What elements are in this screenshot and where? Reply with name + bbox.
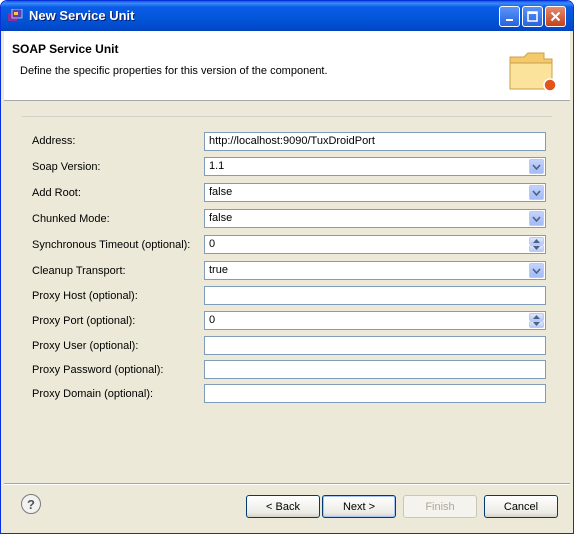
proxy-password-label: Proxy Password (optional):	[32, 364, 164, 376]
page-title: SOAP Service Unit	[12, 42, 119, 56]
sync-timeout-spinner[interactable]: 0	[204, 235, 546, 254]
spin-up-icon[interactable]	[529, 237, 544, 245]
proxy-domain-label: Proxy Domain (optional):	[32, 388, 154, 400]
wizard-window: New Service Unit SOAP Service Unit Defin…	[0, 0, 574, 534]
address-label: Address:	[32, 135, 76, 147]
proxy-user-input[interactable]	[204, 336, 546, 355]
chevron-down-icon[interactable]	[529, 185, 544, 200]
add-root-label: Add Root:	[32, 187, 81, 199]
maximize-button[interactable]	[522, 6, 543, 27]
spinner-arrows[interactable]	[529, 237, 544, 252]
title-bar[interactable]: New Service Unit	[1, 1, 573, 31]
back-button[interactable]: < Back	[246, 495, 320, 518]
proxy-port-value: 0	[209, 314, 216, 326]
spin-down-icon[interactable]	[529, 244, 544, 252]
cleanup-transport-label: Cleanup Transport:	[32, 265, 126, 277]
chunked-mode-label: Chunked Mode:	[32, 213, 110, 225]
sync-timeout-label: Synchronous Timeout (optional):	[32, 239, 191, 251]
cleanup-transport-value: true	[209, 264, 228, 276]
chevron-down-icon[interactable]	[529, 211, 544, 226]
sync-timeout-value: 0	[209, 238, 216, 250]
close-button[interactable]	[545, 6, 566, 27]
proxy-domain-input[interactable]	[204, 384, 546, 403]
eclipse-app-icon	[8, 9, 23, 21]
proxy-port-spinner[interactable]: 0	[204, 311, 546, 330]
folder-wizard-icon	[509, 52, 557, 92]
close-icon	[550, 11, 561, 22]
chunked-mode-select[interactable]: false	[204, 209, 546, 228]
proxy-password-input[interactable]	[204, 360, 546, 379]
soap-version-value: 1.1	[209, 160, 225, 172]
chunked-mode-value: false	[209, 212, 233, 224]
help-icon[interactable]: ?	[21, 494, 41, 514]
minimize-button[interactable]	[499, 6, 520, 27]
next-button[interactable]: Next >	[322, 495, 396, 518]
spin-up-icon[interactable]	[529, 313, 544, 321]
add-root-value: false	[209, 186, 233, 198]
proxy-host-input[interactable]	[204, 286, 546, 305]
chevron-down-icon[interactable]	[529, 263, 544, 278]
proxy-user-label: Proxy User (optional):	[32, 340, 139, 352]
button-bar-separator	[4, 483, 570, 485]
page-description: Define the specific properties for this …	[20, 65, 328, 77]
proxy-host-label: Proxy Host (optional):	[32, 290, 138, 302]
address-value: http://localhost:9090/TuxDroidPort	[209, 135, 375, 147]
soap-version-select[interactable]: 1.1	[204, 157, 546, 176]
maximize-icon	[527, 11, 538, 22]
window-title: New Service Unit	[29, 8, 135, 23]
chevron-down-icon[interactable]	[529, 159, 544, 174]
cancel-button[interactable]: Cancel	[484, 495, 558, 518]
add-root-select[interactable]: false	[204, 183, 546, 202]
spinner-arrows[interactable]	[529, 313, 544, 328]
spin-down-icon[interactable]	[529, 320, 544, 328]
address-input[interactable]: http://localhost:9090/TuxDroidPort	[204, 132, 546, 151]
proxy-port-label: Proxy Port (optional):	[32, 315, 136, 327]
wizard-banner: SOAP Service Unit Define the specific pr…	[4, 31, 570, 101]
minimize-icon	[505, 18, 513, 21]
cleanup-transport-select[interactable]: true	[204, 261, 546, 280]
wizard-content: Address: http://localhost:9090/TuxDroidP…	[4, 102, 570, 482]
finish-button[interactable]: Finish	[403, 495, 477, 518]
soap-version-label: Soap Version:	[32, 161, 101, 173]
